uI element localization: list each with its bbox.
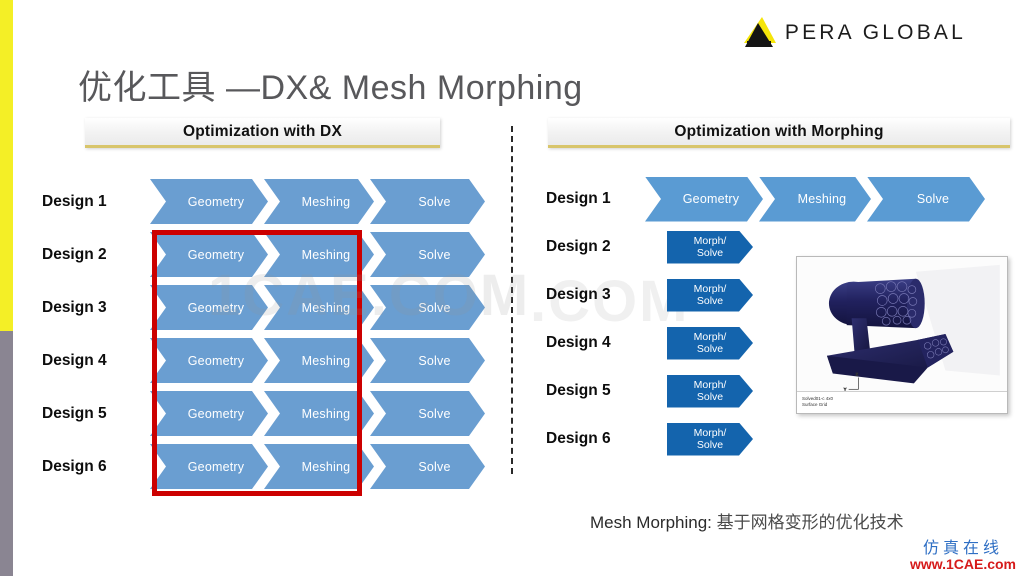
chevron-track: Geometry Meshing Solve <box>150 338 485 383</box>
table-row: Design 6 Morph/ Solve <box>520 415 1020 463</box>
chevron-solve[interactable]: Solve <box>370 391 485 436</box>
right-panel-header: Optimization with Morphing <box>548 118 1010 148</box>
arrow-morph-solve[interactable]: Morph/ Solve <box>667 375 753 408</box>
watermark-corner: 仿真在线 www.1CAE.com <box>909 539 1016 573</box>
chevron-geometry[interactable]: Geometry <box>150 444 268 489</box>
cfd-surface-mesh-thumbnail[interactable]: Z Y X Solved01-c 4x0 Surface Grid <box>796 256 1008 414</box>
design-label: Design 1 <box>546 190 611 207</box>
left-edge-accent-gray <box>0 331 13 576</box>
left-panel: Optimization with DX <box>30 118 500 148</box>
chevron-meshing[interactable]: Meshing <box>264 232 374 277</box>
arrow-morph-solve[interactable]: Morph/ Solve <box>667 327 753 360</box>
design-label: Design 5 <box>42 404 107 422</box>
design-label: Design 6 <box>42 457 107 475</box>
arrow-morph-solve[interactable]: Morph/ Solve <box>667 423 753 456</box>
morph-line-1: Morph/ <box>693 331 727 343</box>
morph-line-1: Morph/ <box>693 235 727 247</box>
left-panel-header: Optimization with DX <box>85 118 440 148</box>
arrow-morph-solve[interactable]: Morph/ Solve <box>667 279 753 312</box>
chevron-track: Geometry Meshing Solve <box>150 444 485 489</box>
page-title: 优化工具 —DX& Mesh Morphing <box>78 69 583 107</box>
morph-line-1: Morph/ <box>693 283 727 295</box>
chevron-solve[interactable]: Solve <box>370 285 485 330</box>
morph-line-2: Solve <box>696 343 724 355</box>
pera-global-triangle-mark-icon <box>743 16 781 50</box>
cfd-caption-line-2: Surface Grid <box>802 402 828 407</box>
mesh-morphing-caption-en: Mesh Morphing: <box>590 513 717 532</box>
left-panel-header-title: Optimization with DX <box>183 122 342 140</box>
slide-canvas: PERA GLOBAL 优化工具 —DX& Mesh Morphing Opti… <box>0 0 1024 576</box>
chevron-geometry[interactable]: Geometry <box>150 232 268 277</box>
morph-line-1: Morph/ <box>693 427 727 439</box>
table-row: Design 3 Geometry Meshing Solve <box>30 281 500 334</box>
brand-logo: PERA GLOBAL <box>743 16 966 50</box>
chevron-meshing[interactable]: Meshing <box>264 179 374 224</box>
cfd-thumbnail-caption: Solved01-c 4x0 Surface Grid <box>797 391 1007 413</box>
panel-divider <box>511 126 513 474</box>
left-panel-rows: Design 1 Geometry Meshing Solve Design 2… <box>30 175 500 493</box>
table-row: Design 1 Geometry Meshing Solve <box>520 175 1020 223</box>
morph-line-2: Solve <box>696 247 724 259</box>
chevron-geometry[interactable]: Geometry <box>150 179 268 224</box>
chevron-geometry[interactable]: Geometry <box>150 391 268 436</box>
design-label: Design 2 <box>546 238 611 255</box>
chevron-solve[interactable]: Solve <box>370 338 485 383</box>
chevron-meshing[interactable]: Meshing <box>264 285 374 330</box>
chevron-meshing[interactable]: Meshing <box>264 391 374 436</box>
morph-line-2: Solve <box>696 391 724 403</box>
brand-logo-text: PERA GLOBAL <box>784 21 966 44</box>
morph-line-2: Solve <box>696 439 724 451</box>
morph-line-2: Solve <box>696 295 724 307</box>
morph-line-1: Morph/ <box>693 379 727 391</box>
chevron-meshing[interactable]: Meshing <box>264 444 374 489</box>
watermark-corner-cn: 仿真在线 <box>922 539 1003 557</box>
table-row: Design 2 Geometry Meshing Solve <box>30 228 500 281</box>
right-panel-header-title: Optimization with Morphing <box>674 122 884 140</box>
table-row: Design 5 Geometry Meshing Solve <box>30 387 500 440</box>
mesh-morphing-caption-cn: 基于网格变形的优化技术 <box>716 513 904 532</box>
table-row: Design 4 Geometry Meshing Solve <box>30 334 500 387</box>
chevron-solve[interactable]: Solve <box>867 177 985 222</box>
chevron-solve[interactable]: Solve <box>370 232 485 277</box>
design-label: Design 4 <box>42 351 107 369</box>
chevron-geometry[interactable]: Geometry <box>150 338 268 383</box>
chevron-track: Geometry Meshing Solve <box>150 179 485 224</box>
watermark-corner-url: www.1CAE.com <box>909 556 1016 573</box>
design-label: Design 4 <box>546 334 611 351</box>
left-edge-accent-yellow <box>0 0 13 331</box>
design-label: Design 5 <box>546 382 611 399</box>
table-row: Design 6 Geometry Meshing Solve <box>30 440 500 493</box>
design-label: Design 6 <box>546 430 611 447</box>
chevron-track: Geometry Meshing Solve <box>645 177 985 222</box>
chevron-meshing[interactable]: Meshing <box>264 338 374 383</box>
chevron-track: Geometry Meshing Solve <box>150 285 485 330</box>
table-row: Design 1 Geometry Meshing Solve <box>30 175 500 228</box>
arrow-morph-solve[interactable]: Morph/ Solve <box>667 231 753 264</box>
design-label: Design 3 <box>546 286 611 303</box>
design-label: Design 1 <box>42 192 107 210</box>
design-label: Design 2 <box>42 245 107 263</box>
chevron-solve[interactable]: Solve <box>370 444 485 489</box>
design-label: Design 3 <box>42 298 107 316</box>
mesh-morphing-caption: Mesh Morphing: 基于网格变形的优化技术 <box>590 508 904 533</box>
right-panel: Optimization with Morphing <box>520 118 1020 148</box>
chevron-geometry[interactable]: Geometry <box>150 285 268 330</box>
chevron-track: Geometry Meshing Solve <box>150 232 485 277</box>
chevron-solve[interactable]: Solve <box>370 179 485 224</box>
chevron-track: Geometry Meshing Solve <box>150 391 485 436</box>
chevron-meshing[interactable]: Meshing <box>759 177 871 222</box>
chevron-geometry[interactable]: Geometry <box>645 177 763 222</box>
